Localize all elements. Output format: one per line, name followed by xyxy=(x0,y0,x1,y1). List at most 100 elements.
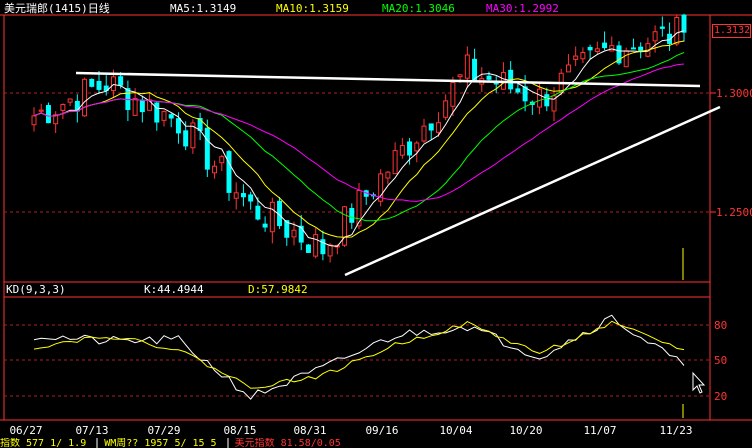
kd-k-value: K:44.4944 xyxy=(144,283,204,296)
status-bar: 指数 577 1/ 1.9 WM周?? 1957 5/ 15 5 美元指数 81.5… xyxy=(0,438,752,448)
candle-up xyxy=(219,156,225,164)
price-axis-label: 1.3000 xyxy=(716,87,752,100)
date-tick-label: 07/29 xyxy=(147,424,181,437)
candle-up xyxy=(161,111,167,121)
kd-d-line xyxy=(33,320,685,389)
kd-k-line xyxy=(33,314,685,400)
candle-down xyxy=(681,14,687,33)
candle-up xyxy=(392,150,398,175)
candle-up xyxy=(580,52,586,60)
price-panel-frame xyxy=(3,14,711,283)
candle-up xyxy=(464,54,470,79)
candle-down xyxy=(255,205,261,220)
date-tick-label: 09/16 xyxy=(365,424,399,437)
candle-up xyxy=(60,104,66,111)
ma10-value: MA10:1.3159 xyxy=(276,2,349,15)
status-separator xyxy=(96,438,99,448)
date-tick-label: 11/23 xyxy=(659,424,693,437)
candle-down xyxy=(139,99,145,113)
price-axis-label: 1.2500 xyxy=(716,206,752,219)
candle-up xyxy=(573,55,579,60)
chart-window: 美元瑞郎(1415)日线 MA5:1.3149 MA10:1.3159 MA20… xyxy=(0,0,752,448)
candle-up xyxy=(132,97,138,116)
candle-up xyxy=(537,88,543,108)
date-tick-label: 10/20 xyxy=(509,424,543,437)
candle-up xyxy=(385,171,391,179)
candle-up xyxy=(233,192,239,199)
candle-up xyxy=(421,125,427,142)
candle-down xyxy=(45,105,51,124)
kd-panel-frame xyxy=(3,281,711,421)
kd-axis-label: 50 xyxy=(714,354,728,367)
candle-down xyxy=(89,78,95,87)
status-separator xyxy=(226,438,229,448)
candle-up xyxy=(31,115,37,126)
candle-down xyxy=(226,151,232,193)
date-tick-label: 07/13 xyxy=(75,424,109,437)
candle-down xyxy=(240,193,246,198)
candle-down xyxy=(96,80,102,90)
candle-down xyxy=(305,244,311,253)
status-item[interactable]: WM周?? 1957 5/ 15 5 xyxy=(104,438,216,448)
candle-up xyxy=(82,78,88,117)
candlestick-series xyxy=(31,13,687,263)
candle-up xyxy=(594,48,600,53)
candle-up xyxy=(443,100,449,118)
candle-up xyxy=(414,142,420,152)
candle-up xyxy=(652,31,658,42)
status-usd-index-item[interactable]: 美元指数 81.58/0.05 xyxy=(235,438,341,448)
candle-down xyxy=(154,102,160,123)
candle-up xyxy=(399,145,405,156)
candle-down xyxy=(175,118,181,134)
ma20-value: MA20:1.3046 xyxy=(382,2,455,15)
date-tick-label: 08/31 xyxy=(293,424,327,437)
date-tick-label: 08/15 xyxy=(223,424,257,437)
candle-down xyxy=(630,47,636,50)
candle-up xyxy=(327,244,333,257)
candle-down xyxy=(262,223,268,228)
candle-up xyxy=(609,45,615,52)
resistance-trendline xyxy=(75,71,701,88)
candle-down xyxy=(204,127,210,170)
date-tick-label: 10/04 xyxy=(439,424,473,437)
candle-up xyxy=(38,109,44,112)
kd-axis-label: 20 xyxy=(714,390,728,403)
current-price-box: 1.3132 xyxy=(712,24,751,38)
candle-down xyxy=(602,42,608,49)
candle-up xyxy=(435,122,441,133)
candle-down xyxy=(407,141,413,156)
candle-up xyxy=(623,50,629,68)
candle-down xyxy=(349,207,355,223)
date-tick-label: 11/07 xyxy=(583,424,617,437)
candle-up xyxy=(110,76,116,92)
candle-up xyxy=(565,64,571,73)
candle-down xyxy=(248,194,254,202)
candle-up xyxy=(674,17,680,45)
kd-indicator-name: KD(9,3,3) xyxy=(6,283,66,296)
candle-up xyxy=(67,98,73,103)
ma30-value: MA30:1.2992 xyxy=(486,2,559,15)
mouse-cursor-icon xyxy=(692,371,706,394)
candle-down xyxy=(183,130,189,147)
candle-up xyxy=(269,201,275,233)
candle-down xyxy=(587,46,593,51)
kd-d-value: D:57.9842 xyxy=(248,283,308,296)
chart-title: 美元瑞郎(1415)日线 xyxy=(4,2,110,15)
candle-down xyxy=(515,88,521,93)
candle-up xyxy=(291,229,297,238)
candle-down xyxy=(74,100,80,112)
kd-lines xyxy=(33,314,685,400)
candle-up xyxy=(212,165,218,174)
candle-down xyxy=(659,26,665,29)
ma5-value: MA5:1.3149 xyxy=(170,2,237,15)
candle-up xyxy=(313,234,319,257)
candle-down xyxy=(118,76,124,86)
candle-down xyxy=(428,123,434,131)
chart-canvas[interactable] xyxy=(0,0,752,448)
candle-down xyxy=(472,58,478,81)
status-index-item[interactable]: 指数 577 1/ 1.9 xyxy=(0,438,86,448)
candle-up xyxy=(457,74,463,78)
date-tick-label: 06/27 xyxy=(9,424,43,437)
candle-up xyxy=(450,81,456,107)
kd-axis-label: 80 xyxy=(714,319,728,332)
